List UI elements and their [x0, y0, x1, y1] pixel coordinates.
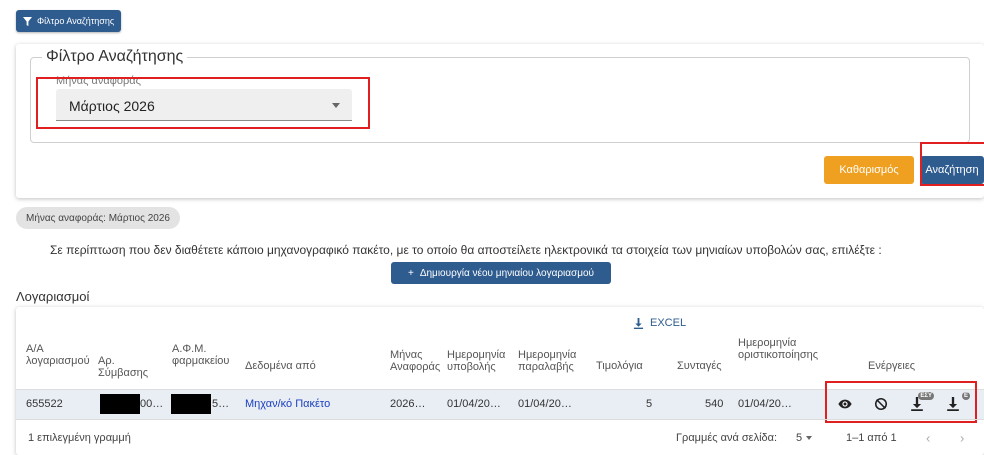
accounts-table: EXCEL Α/Α λογαριασμού Αρ. Σύμβασης Α.Φ.Μ…: [16, 307, 984, 455]
cell-ref-month: 2026…: [390, 398, 426, 410]
filter-legend: Φίλτρο Αναζήτησης: [42, 48, 188, 66]
new-monthly-account-button[interactable]: + Δημιουργία νέου μηνιαίου λογαριασμού: [391, 262, 611, 284]
cell-data-from[interactable]: Μηχαν/κό Πακέτο: [245, 398, 330, 410]
col-header-contract-no[interactable]: Αρ. Σύμβασης: [98, 355, 158, 379]
redacted-contract-no: [100, 394, 140, 414]
col-header-data-from[interactable]: Δεδομένα από: [245, 360, 365, 372]
highlight-box-month: [36, 77, 370, 129]
clear-button[interactable]: Καθαρισμός: [824, 156, 914, 184]
new-monthly-account-label: Δημιουργία νέου μηνιαίου λογαριασμού: [419, 267, 595, 279]
info-notice: Σε περίπτωση που δεν διαθέτετε κάποιο μη…: [50, 243, 882, 257]
rows-per-page-label: Γραμμές ανά σελίδα:: [676, 432, 778, 444]
col-header-invoices[interactable]: Τιμολόγια: [596, 360, 643, 372]
filter-icon: [23, 16, 32, 26]
col-header-ref-month[interactable]: Μήνας Αναφοράς: [390, 349, 440, 373]
active-filter-chip: Μήνας αναφοράς: Μάρτιος 2026: [16, 207, 180, 229]
toggle-filter-label: Φίλτρο Αναζήτησης: [37, 16, 115, 26]
cell-pharmacy-vat: 5…: [212, 398, 230, 410]
col-header-actions: Ενέργειες: [868, 360, 916, 372]
col-header-submit-date[interactable]: Ημερομηνία υποβολής: [447, 349, 505, 373]
cell-submit-date: 01/04/20…: [447, 398, 501, 410]
plus-icon: +: [407, 267, 414, 279]
next-page-button[interactable]: ›: [960, 431, 964, 446]
cell-contract-no: 00…: [140, 398, 164, 410]
col-header-final-date[interactable]: Ημερομηνία οριστικοποίησης: [738, 337, 818, 361]
chevron-down-icon: [806, 436, 813, 440]
col-header-pharmacy-vat[interactable]: Α.Φ.Μ. φαρμακείου: [172, 343, 234, 367]
col-header-account-no[interactable]: Α/Α λογαριασμού: [26, 343, 90, 367]
cell-account-no: 655522: [26, 398, 63, 410]
col-header-receipt-date[interactable]: Ημερομηνία παραλαβής: [518, 349, 578, 373]
highlight-box-actions: [825, 381, 977, 423]
redacted-pharmacy-vat: [171, 394, 211, 414]
cell-prescriptions: 540: [705, 398, 724, 410]
rows-per-page-select[interactable]: 5: [796, 432, 813, 444]
cell-receipt-date: 01/04/20…: [518, 398, 572, 410]
highlight-box-search: [920, 142, 984, 186]
rows-per-page-value: 5: [796, 432, 803, 444]
toggle-filter-button[interactable]: Φίλτρο Αναζήτησης: [16, 10, 122, 32]
cell-invoices: 5: [646, 398, 653, 410]
row-divider: [16, 419, 984, 420]
col-header-prescriptions[interactable]: Συνταγές: [677, 360, 722, 372]
download-icon: [633, 317, 644, 329]
accounts-section-title: Λογαριασμοί: [16, 289, 90, 304]
cell-final-date: 01/04/20…: [738, 398, 792, 410]
excel-export-label: EXCEL: [650, 317, 687, 329]
selected-rows-count: 1 επιλεγμένη γραμμή: [28, 432, 131, 444]
excel-export-button[interactable]: EXCEL: [633, 317, 686, 329]
prev-page-button[interactable]: ‹: [926, 431, 930, 446]
filter-panel: Φίλτρο Αναζήτησης Μήνας αναφοράς Μάρτιος…: [16, 44, 984, 198]
pagination-range: 1–1 από 1: [846, 432, 897, 444]
